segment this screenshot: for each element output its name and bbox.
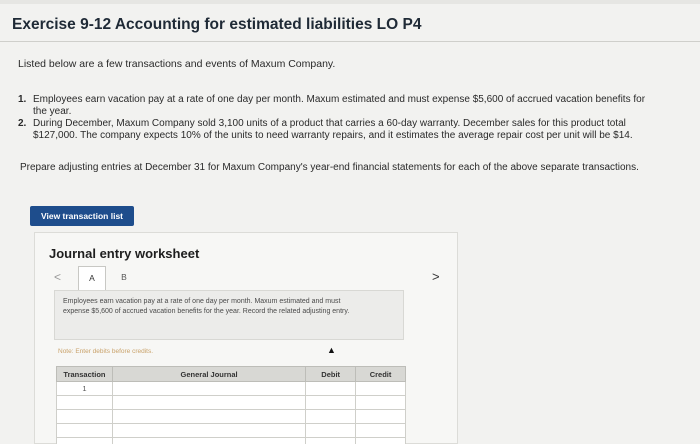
header-general-journal: General Journal bbox=[111, 366, 307, 382]
transaction-list: 1. Employees earn vacation pay at a rate… bbox=[18, 94, 658, 142]
intro-text: Listed below are a few transactions and … bbox=[18, 58, 336, 70]
journal-table: Transaction General Journal Debit Credit… bbox=[56, 366, 406, 444]
debit-cell[interactable] bbox=[305, 395, 357, 410]
table-row bbox=[56, 423, 406, 438]
header-credit: Credit bbox=[355, 366, 406, 382]
header-debit: Debit bbox=[305, 366, 357, 382]
item-text: Employees earn vacation pay at a rate of… bbox=[33, 94, 646, 117]
general-journal-cell[interactable] bbox=[111, 381, 307, 396]
instructions-text: Prepare adjusting entries at December 31… bbox=[20, 162, 639, 173]
tab-b[interactable]: B bbox=[110, 266, 138, 290]
chevron-left-icon[interactable]: < bbox=[54, 271, 61, 283]
mouse-cursor-icon: ▲ bbox=[327, 345, 336, 355]
general-journal-cell[interactable] bbox=[111, 409, 307, 424]
debit-cell[interactable] bbox=[305, 423, 357, 438]
table-row: 1 bbox=[56, 381, 406, 396]
transaction-cell bbox=[56, 423, 113, 438]
debit-cell[interactable] bbox=[305, 381, 357, 396]
debit-cell[interactable] bbox=[305, 437, 357, 444]
header-transaction: Transaction bbox=[56, 366, 113, 382]
transaction-cell: 1 bbox=[56, 381, 113, 396]
credit-cell[interactable] bbox=[355, 409, 406, 424]
tab-a[interactable]: A bbox=[78, 266, 106, 290]
table-row bbox=[56, 409, 406, 424]
debit-cell[interactable] bbox=[305, 409, 357, 424]
item-text: During December, Maxum Company sold 3,10… bbox=[33, 118, 633, 141]
credit-cell[interactable] bbox=[355, 395, 406, 410]
view-transaction-list-button[interactable]: View transaction list bbox=[30, 206, 134, 226]
credit-cell[interactable] bbox=[355, 381, 406, 396]
entry-description-box: Employees earn vacation pay at a rate of… bbox=[54, 290, 404, 340]
table-row bbox=[56, 437, 406, 444]
worksheet-title: Journal entry worksheet bbox=[49, 246, 200, 261]
list-item: 1. Employees earn vacation pay at a rate… bbox=[18, 94, 658, 118]
general-journal-cell[interactable] bbox=[111, 437, 307, 444]
item-number: 1. bbox=[18, 94, 27, 105]
transaction-cell bbox=[56, 395, 113, 410]
transaction-cell bbox=[56, 409, 113, 424]
chevron-right-icon[interactable]: > bbox=[432, 270, 440, 283]
credit-cell[interactable] bbox=[355, 437, 406, 444]
table-header-row: Transaction General Journal Debit Credit bbox=[56, 366, 406, 382]
credit-cell[interactable] bbox=[355, 423, 406, 438]
transaction-cell bbox=[56, 437, 113, 444]
list-item: 2. During December, Maxum Company sold 3… bbox=[18, 118, 658, 142]
title-divider bbox=[0, 41, 700, 42]
general-journal-cell[interactable] bbox=[111, 423, 307, 438]
entry-description: Employees earn vacation pay at a rate of… bbox=[63, 298, 350, 315]
page-title: Exercise 9-12 Accounting for estimated l… bbox=[12, 16, 422, 33]
top-rule bbox=[0, 0, 700, 4]
item-number: 2. bbox=[18, 118, 27, 129]
note-text: Note: Enter debits before credits. bbox=[58, 348, 154, 355]
table-row bbox=[56, 395, 406, 410]
general-journal-cell[interactable] bbox=[111, 395, 307, 410]
